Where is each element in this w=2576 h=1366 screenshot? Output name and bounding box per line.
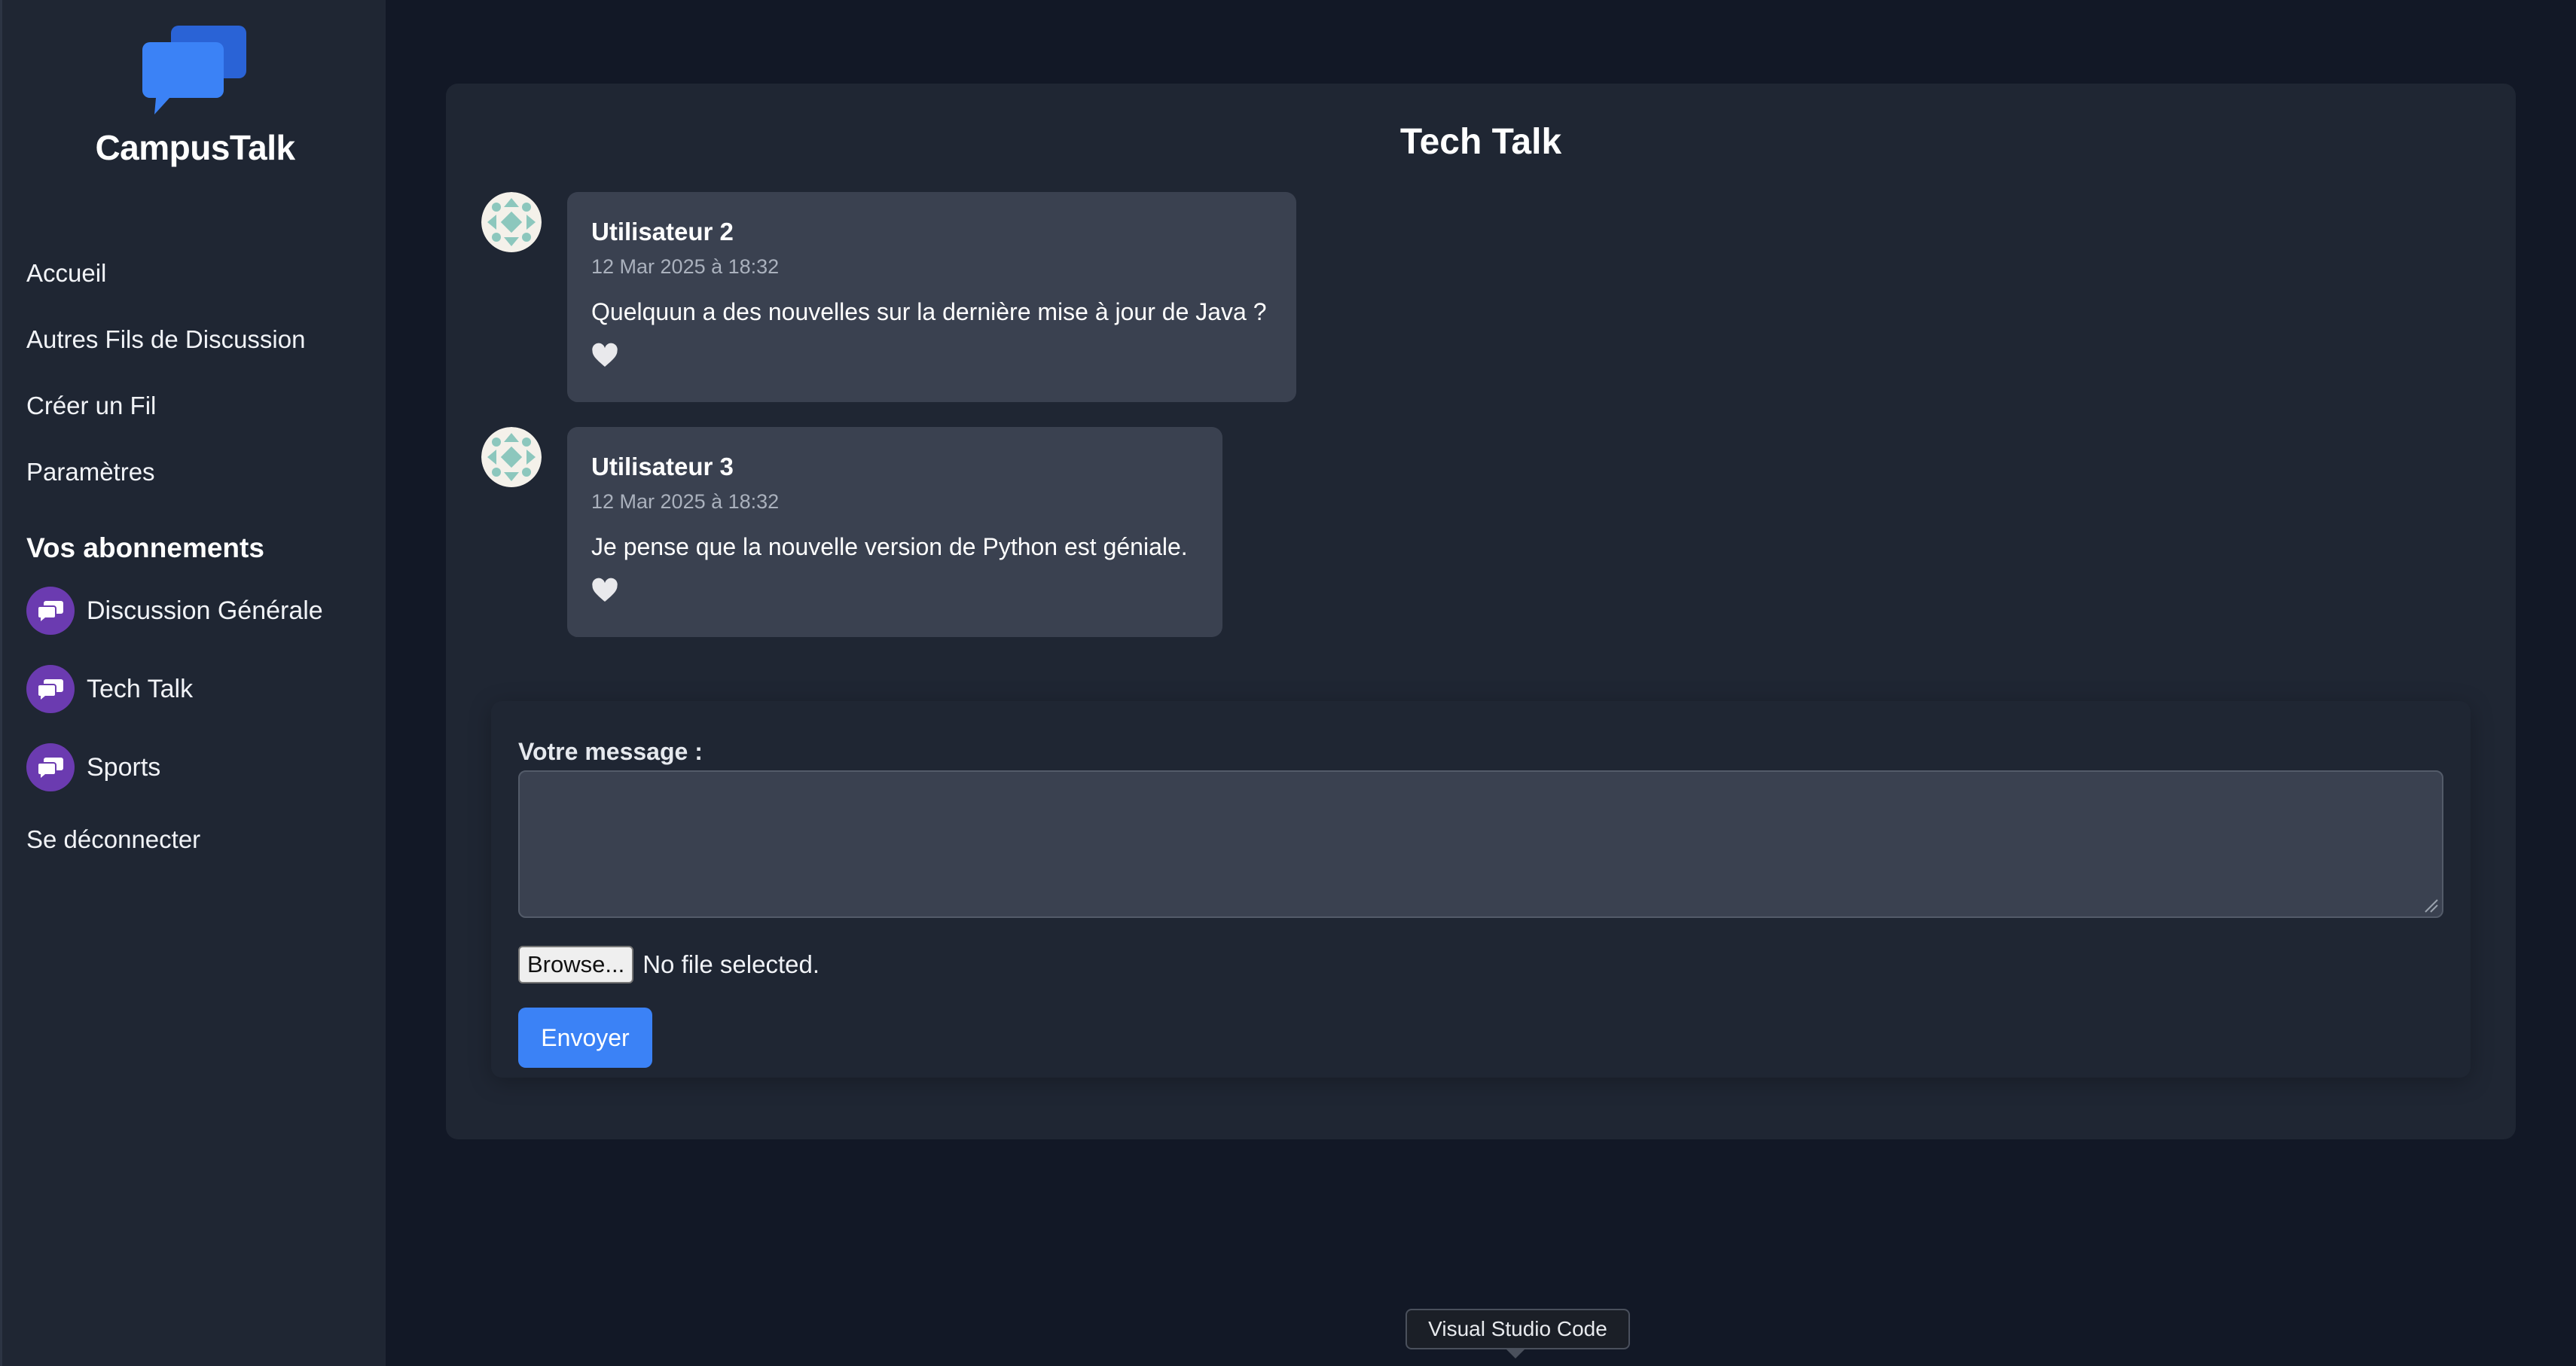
message-author: Utilisateur 2 (591, 218, 734, 245)
tooltip-arrow (1505, 1348, 1526, 1358)
message-card: Utilisateur 3 12 Mar 2025 à 18:32 Je pen… (567, 427, 1222, 637)
message-textarea-wrapper (518, 770, 2443, 918)
brand-name: CampusTalk (95, 128, 295, 167)
chat-bubbles-icon (142, 26, 246, 114)
nav-item-creer-fil[interactable]: Créer un Fil (26, 392, 156, 420)
subscription-label: Sports (87, 752, 161, 782)
message-text: Quelquun a des nouvelles sur la dernière… (591, 298, 1267, 325)
message-textarea[interactable] (518, 770, 2443, 918)
resize-grip-icon[interactable] (2422, 897, 2439, 913)
heart-icon[interactable] (591, 578, 618, 603)
message-text: Je pense que la nouvelle version de Pyth… (591, 533, 1188, 560)
heart-icon[interactable] (591, 343, 618, 368)
chat-icon (26, 587, 75, 635)
subscriptions-title: Vos abonnements (26, 532, 264, 563)
nav-item-accueil[interactable]: Accueil (26, 259, 106, 288)
nav-item-autres-fils[interactable]: Autres Fils de Discussion (26, 325, 305, 354)
brand[interactable]: CampusTalk (2, 23, 388, 168)
message-date: 12 Mar 2025 à 18:32 (591, 490, 780, 513)
subscription-item-discussion-generale[interactable]: Discussion Générale (26, 587, 323, 635)
dock-tooltip: Visual Studio Code (1406, 1309, 1630, 1349)
message-card: Utilisateur 2 12 Mar 2025 à 18:32 Quelqu… (567, 192, 1296, 402)
avatar[interactable] (481, 192, 542, 252)
message-date: 12 Mar 2025 à 18:32 (591, 255, 780, 278)
chat-icon (26, 665, 75, 713)
subscription-label: Discussion Générale (87, 596, 323, 625)
file-status: No file selected. (642, 950, 820, 978)
file-picker: Browse... No file selected. (518, 946, 819, 983)
message-author: Utilisateur 3 (591, 453, 734, 480)
avatar[interactable] (481, 427, 542, 487)
browse-button[interactable]: Browse... (518, 946, 634, 983)
subscription-item-sports[interactable]: Sports (26, 743, 160, 791)
nav-item-parametres[interactable]: Paramètres (26, 458, 155, 486)
thread-title: Tech Talk (1399, 122, 1562, 162)
sidebar: CampusTalk Accueil Autres Fils de Discus… (0, 0, 386, 1366)
composer-label: Votre message : (518, 738, 703, 765)
subscription-label: Tech Talk (87, 674, 194, 703)
send-button[interactable]: Envoyer (518, 1008, 652, 1068)
logout-link[interactable]: Se déconnecter (26, 825, 200, 854)
chat-icon (26, 743, 75, 791)
subscription-item-tech-talk[interactable]: Tech Talk (26, 665, 193, 713)
